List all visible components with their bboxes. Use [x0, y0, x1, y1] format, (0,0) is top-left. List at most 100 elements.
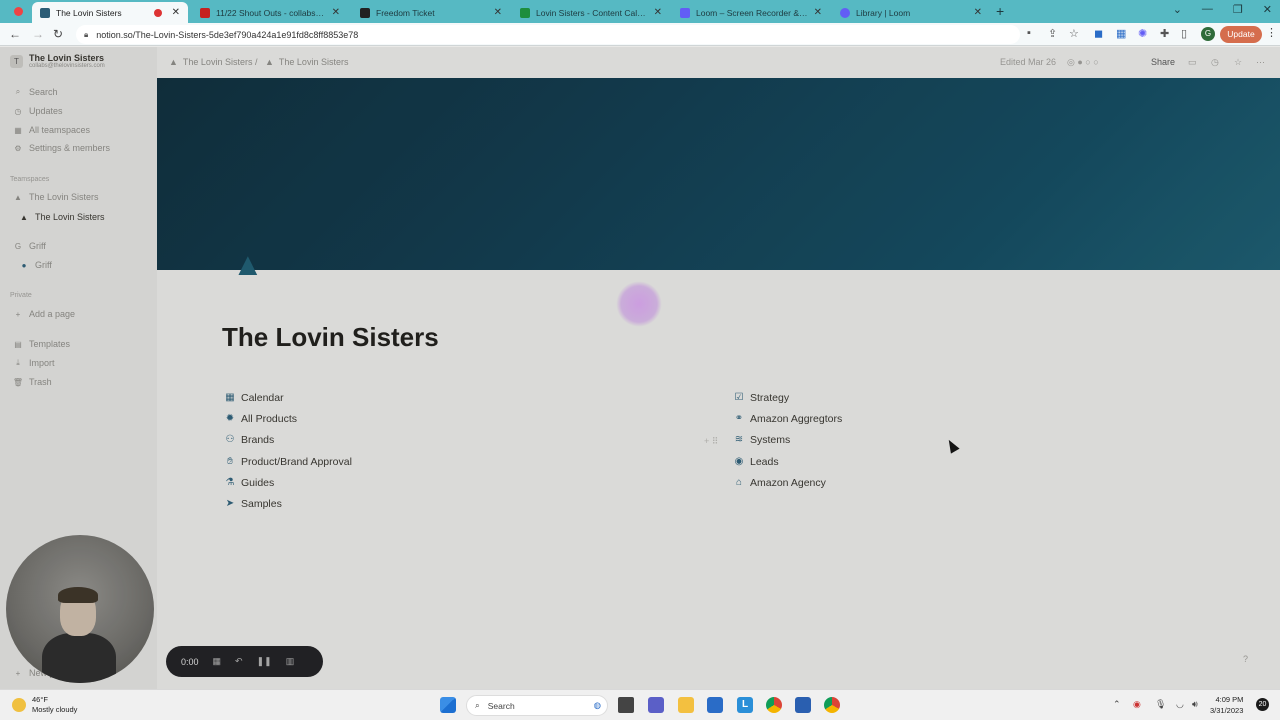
close-tab-icon[interactable]: ✕: [494, 7, 502, 18]
sidebar-item-label: Griff: [35, 260, 52, 270]
tab-content-calendar[interactable]: Lovin Sisters - Content Calendar ✕: [512, 2, 670, 23]
close-tab-icon[interactable]: ✕: [332, 7, 340, 18]
hand-icon: ✋︎: [227, 456, 233, 467]
sidebar-item-griff[interactable]: ● Griff: [18, 260, 52, 270]
history-icon[interactable]: ◷: [1211, 57, 1219, 68]
sidebar-item-label: The Lovin Sisters: [35, 212, 105, 222]
favorite-star-icon[interactable]: ☆: [1234, 57, 1242, 68]
rocket-icon[interactable]: ▲: [232, 246, 264, 283]
pause-icon[interactable]: ❚❚: [257, 656, 272, 667]
weather-widget[interactable]: 46°F Mostly cloudy: [12, 695, 77, 715]
breadcrumb-page[interactable]: ▲ The Lovin Sisters: [265, 57, 348, 67]
file-explorer-icon[interactable]: [678, 697, 694, 713]
link-all-products[interactable]: ✹ All Products: [224, 413, 297, 425]
share-button[interactable]: Share: [1151, 57, 1175, 67]
link-brands[interactable]: ⚇ Brands: [224, 434, 275, 446]
extension-icon[interactable]: ◼: [1094, 27, 1103, 40]
add-page-button[interactable]: + Add a page: [12, 309, 75, 319]
sidebar-item-search[interactable]: ⌕ Search: [12, 87, 58, 97]
forward-icon[interactable]: →: [32, 27, 44, 41]
sidebar-item-all-teamspaces[interactable]: ▦ All teamspaces: [12, 125, 90, 135]
tab-library-loom[interactable]: Library | Loom ✕: [832, 2, 990, 23]
close-tab-icon[interactable]: ✕: [814, 7, 822, 18]
comments-icon[interactable]: ▭: [1188, 57, 1197, 68]
sidebar-item-griff-teamspace[interactable]: G Griff: [12, 241, 46, 251]
help-button[interactable]: ?: [1243, 654, 1248, 664]
close-tab-icon[interactable]: ✕: [172, 7, 180, 18]
link-amazon-aggregtors[interactable]: ⚭ Amazon Aggregtors: [733, 413, 842, 425]
lock-icon[interactable]: 🔒︎: [84, 30, 88, 40]
link-samples[interactable]: ➤ Samples: [224, 498, 282, 510]
workspace-switcher[interactable]: T The Lovin Sisters collabs@thelovinsist…: [10, 53, 105, 69]
link-leads[interactable]: ◉ Leads: [733, 456, 779, 468]
launcher-l-icon[interactable]: L: [737, 697, 753, 713]
system-clock[interactable]: 4:09 PM 3/31/2023: [1210, 694, 1243, 716]
sidebar-item-label: Settings & members: [29, 143, 111, 153]
chrome-profile-icon[interactable]: [824, 697, 840, 713]
tab-freedom-ticket[interactable]: Freedom Ticket ✕: [352, 2, 510, 23]
tray-app-icon[interactable]: ◉: [1133, 699, 1141, 710]
more-options-icon[interactable]: ⋯: [1256, 57, 1265, 68]
bing-icon: ◍: [593, 700, 601, 710]
extension-grid-icon[interactable]: ▦: [1116, 27, 1126, 40]
webcam-person-body: [42, 633, 116, 683]
link-amazon-agency[interactable]: ⌂ Amazon Agency: [733, 477, 826, 489]
new-tab-icon[interactable]: +: [996, 3, 1004, 19]
extensions-puzzle-icon[interactable]: ✚: [1160, 27, 1169, 40]
sidebar-item-current-page[interactable]: ▲ The Lovin Sisters: [18, 212, 105, 222]
close-tab-icon[interactable]: ✕: [974, 7, 982, 18]
update-button[interactable]: Update: [1220, 26, 1262, 43]
share-page-icon[interactable]: ⇪: [1048, 27, 1057, 40]
microphone-icon[interactable]: 🎙︎: [1155, 699, 1166, 710]
tab-search-icon[interactable]: ⌄: [1173, 3, 1182, 16]
url-text: notion.so/The-Lovin-Sisters-5de3ef790a42…: [96, 29, 359, 40]
breadcrumb-workspace[interactable]: ▲ The Lovin Sisters: [169, 57, 252, 67]
close-window-icon[interactable]: ✕: [1263, 3, 1272, 16]
browser-menu-icon[interactable]: ⋮: [1266, 26, 1277, 39]
taskbar-search[interactable]: ⌕ Search ◍: [466, 695, 608, 716]
bookmark-star-icon[interactable]: ☆: [1069, 27, 1079, 40]
close-tab-icon[interactable]: ✕: [654, 7, 662, 18]
wifi-icon[interactable]: ◡: [1176, 699, 1184, 710]
tab-the-lovin-sisters[interactable]: The Lovin Sisters ✕: [32, 2, 188, 23]
teams-icon[interactable]: [648, 697, 664, 713]
back-icon[interactable]: ←: [9, 27, 21, 41]
page-title[interactable]: The Lovin Sisters: [222, 322, 439, 353]
minimize-icon[interactable]: —: [1202, 3, 1213, 16]
profile-avatar[interactable]: G: [1201, 27, 1215, 41]
sidebar-item-import[interactable]: ⤓ Import: [12, 358, 54, 368]
user-icon: ●: [21, 260, 27, 270]
task-view-icon[interactable]: [618, 697, 634, 713]
tab-shout-outs[interactable]: 11/22 Shout Outs - collabs@the ✕: [192, 2, 348, 23]
loom-webcam-bubble[interactable]: [6, 535, 154, 683]
link-calendar[interactable]: ▦ Calendar: [224, 392, 283, 404]
block-drag-handle-icon[interactable]: + ⠿: [704, 436, 718, 447]
side-panel-icon[interactable]: ▯: [1181, 27, 1187, 40]
tray-overflow-icon[interactable]: ⌃: [1113, 699, 1121, 710]
link-systems[interactable]: ≋ Systems: [733, 434, 790, 446]
sidebar-item-teamspace[interactable]: ▲ The Lovin Sisters: [12, 192, 99, 202]
sidebar-item-templates[interactable]: ▤ Templates: [12, 339, 70, 349]
trash-icon[interactable]: ▥: [286, 656, 295, 667]
link-guides[interactable]: ⚗ Guides: [224, 477, 275, 489]
sidebar-item-trash[interactable]: 🗑︎ Trash: [12, 377, 52, 387]
restore-icon[interactable]: ❐: [1233, 3, 1243, 16]
volume-icon[interactable]: 🔊︎: [1192, 699, 1198, 710]
address-bar[interactable]: 🔒︎ notion.so/The-Lovin-Sisters-5de3ef790…: [76, 25, 1020, 44]
reload-icon[interactable]: ↻: [53, 27, 63, 41]
chrome-icon[interactable]: [766, 697, 782, 713]
notepad-icon[interactable]: [795, 697, 811, 713]
tab-loom-recorder[interactable]: Loom – Screen Recorder & Scre ✕: [672, 2, 830, 23]
camera-icon[interactable]: ▪: [1027, 27, 1031, 39]
sidebar-item-settings[interactable]: ⚙ Settings & members: [12, 143, 110, 153]
loom-extension-icon[interactable]: ✺: [1138, 27, 1147, 40]
notification-badge[interactable]: 20: [1256, 698, 1269, 711]
page-cover-image[interactable]: [157, 78, 1280, 270]
undo-icon[interactable]: ↶: [235, 656, 243, 667]
drag-grid-icon[interactable]: ▦: [213, 656, 222, 667]
sidebar-item-updates[interactable]: ◷ Updates: [12, 106, 63, 116]
link-product-brand-approval[interactable]: ✋︎ Product/Brand Approval: [224, 456, 352, 468]
link-strategy[interactable]: ☑ Strategy: [733, 392, 790, 404]
windows-start-icon[interactable]: [440, 697, 456, 713]
store-icon[interactable]: [707, 697, 723, 713]
